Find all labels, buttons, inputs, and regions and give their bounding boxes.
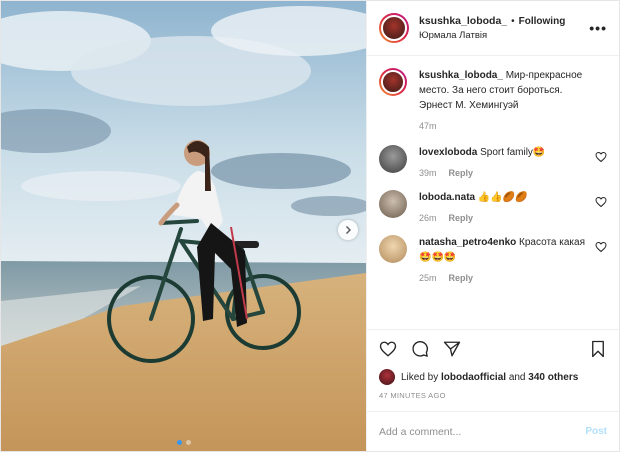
liked-by-user[interactable]: lobodaofficial	[441, 372, 506, 383]
author-username[interactable]: ksushka_loboda_	[419, 15, 507, 27]
likes-others-link[interactable]: 340 others	[528, 372, 578, 383]
carousel-indicator	[1, 440, 366, 445]
caption-time[interactable]: 47m	[419, 121, 437, 131]
heart-icon[interactable]	[595, 151, 607, 163]
beach-bicycle-photo	[1, 1, 366, 451]
comment-icon	[412, 340, 428, 357]
action-bar	[367, 329, 619, 367]
avatar[interactable]	[379, 235, 407, 263]
avatar[interactable]	[379, 13, 409, 43]
carousel-next-button[interactable]	[338, 220, 358, 240]
comment-item: loboda.nata 👍👍🏉🏉 26m Reply	[379, 190, 607, 223]
carousel-dot	[185, 440, 191, 445]
avatar[interactable]	[379, 369, 395, 385]
comment-username[interactable]: lovexloboda	[419, 147, 477, 158]
likes-connector: and	[508, 371, 526, 383]
heart-icon	[379, 341, 397, 357]
avatar[interactable]	[379, 145, 407, 173]
comment-item: lovexloboda Sport family🤩 39m Reply	[379, 145, 607, 178]
post-photo[interactable]	[1, 1, 366, 451]
caption: ksushka_loboda_ Мир-прекрасное место. За…	[379, 68, 607, 131]
comment-time[interactable]: 25m	[419, 273, 437, 283]
send-icon	[443, 341, 461, 356]
likes-prefix: Liked by	[401, 371, 439, 383]
likes-summary: Liked by lobodaofficial and 340 others	[367, 367, 619, 387]
comments-section: ksushka_loboda_ Мир-прекрасное место. За…	[367, 56, 619, 329]
avatar[interactable]	[379, 68, 407, 96]
separator: •	[511, 15, 515, 27]
heart-icon[interactable]	[595, 241, 607, 253]
post-comment-button[interactable]: Post	[585, 426, 607, 437]
comment-input[interactable]	[379, 425, 586, 438]
post-header: ksushka_loboda_ • Following Юрмала Латві…	[367, 1, 619, 56]
instagram-post: ksushka_loboda_ • Following Юрмала Латві…	[0, 0, 620, 452]
avatar[interactable]	[379, 190, 407, 218]
chevron-right-icon	[346, 226, 351, 234]
comment-text: 👍👍🏉🏉	[477, 192, 528, 203]
reply-button[interactable]: Reply	[449, 213, 474, 223]
comment-username[interactable]: loboda.nata	[419, 192, 475, 203]
add-comment-bar: Post	[367, 411, 619, 451]
comment-button[interactable]	[409, 338, 431, 360]
comment-username[interactable]: natasha_petro4enko	[419, 237, 516, 248]
share-button[interactable]	[441, 338, 463, 360]
more-options-icon[interactable]: •••	[589, 20, 607, 36]
reply-button[interactable]: Reply	[449, 273, 474, 283]
bookmark-icon	[592, 340, 604, 357]
location-link[interactable]: Юрмала Латвія	[419, 30, 589, 41]
caption-username[interactable]: ksushka_loboda_	[419, 70, 503, 81]
like-button[interactable]	[377, 338, 399, 360]
heart-icon[interactable]	[595, 196, 607, 208]
comment-item: natasha_petro4enko Красота какая🤩🤩🤩 25m …	[379, 235, 607, 283]
post-timestamp[interactable]: 47 MINUTES AGO	[367, 387, 619, 411]
comment-time[interactable]: 26m	[419, 213, 437, 223]
comment-time[interactable]: 39m	[419, 168, 437, 178]
save-button[interactable]	[587, 338, 609, 360]
comment-text: Sport family🤩	[480, 147, 546, 158]
post-details-panel: ksushka_loboda_ • Following Юрмала Латві…	[366, 1, 619, 451]
carousel-dot-active	[176, 440, 182, 445]
following-button[interactable]: Following	[519, 16, 566, 27]
reply-button[interactable]: Reply	[449, 168, 474, 178]
